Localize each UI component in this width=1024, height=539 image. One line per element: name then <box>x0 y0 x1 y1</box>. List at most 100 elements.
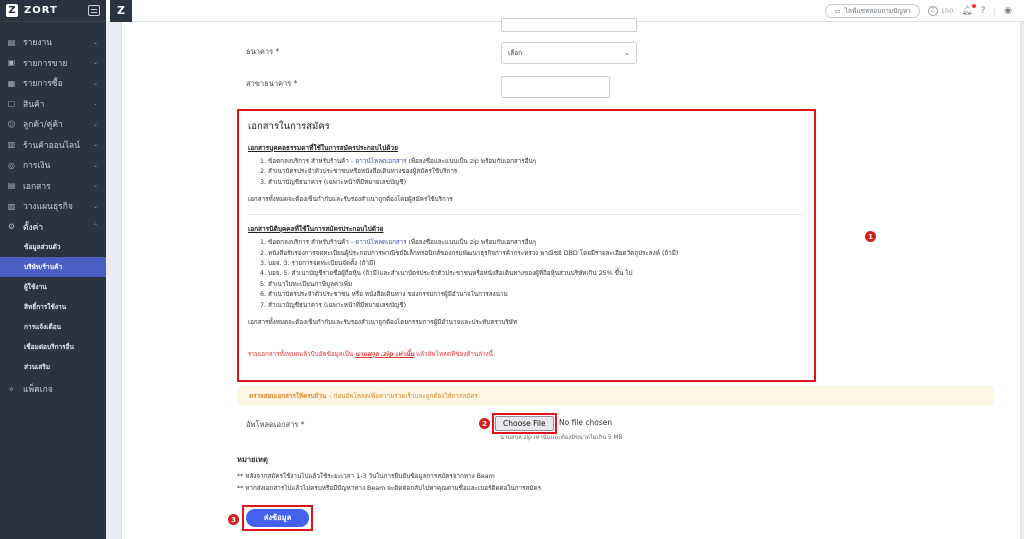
chevron-down-icon: ⌄ <box>92 59 98 67</box>
sub-item-addons[interactable]: ส่วนเสริม <box>0 357 106 377</box>
package-icon: ✧ <box>8 384 15 394</box>
sub-item-company[interactable]: บริษัท/ร้านค้า <box>0 257 106 277</box>
document-icon: ▤ <box>7 181 16 191</box>
store-icon: ▥ <box>7 140 16 150</box>
submit-button[interactable]: ส่งข้อมูล <box>246 509 309 527</box>
divider: | <box>993 6 997 15</box>
sidebar-item-finance[interactable]: ◎ การเงิน ⌄ <box>0 155 106 176</box>
individual-heading: เอกสารบุคคลธรรมดาที่ใช้ในการสมัครประกอบไ… <box>248 144 398 152</box>
divider <box>248 214 805 216</box>
choose-file-button[interactable]: Choose File <box>495 416 554 431</box>
users-icon: ☺ <box>7 119 16 129</box>
chevron-down-icon: ⌄ <box>92 161 98 169</box>
sidebar-item-plan[interactable]: ▧ วางแผนธุรกิจ ⌄ <box>0 196 106 217</box>
list-item: 7. สำเนาบัญชีธนาคาร (เฉพาะหน้าที่มีหมายเ… <box>260 301 407 309</box>
remarks-title: หมายเหตุ <box>237 455 268 464</box>
brand-header: Z ZORT <box>0 0 106 22</box>
download-link[interactable]: ดาวน์โหลดเอกสาร <box>355 158 406 165</box>
branch-input[interactable] <box>501 76 610 98</box>
gear-icon: ⚙ <box>7 222 16 232</box>
chevron-up-icon: ⌃ <box>92 223 98 231</box>
points-indicator[interactable]: Z 100 <box>927 5 953 16</box>
sidebar-item-purchase[interactable]: ▦ รายการซื้อ ⌄ <box>0 73 106 94</box>
documents-title: เอกสารในการสมัคร <box>248 121 330 132</box>
user-icon[interactable]: ◉ <box>1004 6 1012 16</box>
sidebar: Z ZORT ▤ รายงาน ⌄ ▣ รายการขาย ⌄ ▦ รายการซื้อ ⌄… <box>0 0 106 539</box>
list-item: 1. ข้อตกลงบริการ สำหรับร้านค้า - ดาวน์โห… <box>260 239 537 247</box>
sub-item-profile[interactable]: ข้อมูลส่วนตัว <box>0 237 106 257</box>
sidebar-item-settings[interactable]: ⚙ ตั้งค่า ⌃ <box>0 217 106 238</box>
list-item: 2. สำเนาบัตรประจำตัวประชาชนหรือหนังสือเด… <box>260 168 458 176</box>
zort-logo-icon[interactable]: Z <box>110 0 132 22</box>
sidebar-item-online-store[interactable]: ▥ ร้านค้าออนไลน์ ⌄ <box>0 135 106 156</box>
chevron-down-icon: ⌄ <box>92 182 98 190</box>
main-content: ธนาคาร * เลือก ⌄ สาขาธนาคาร * เอกสารในกา… <box>121 18 1021 539</box>
receipt-icon: ▣ <box>7 58 16 68</box>
remark-line: ** หากส่งเอกสารไปแล้วไม่ครบหรือมีปัญหาทา… <box>237 485 542 492</box>
chevron-down-icon: ⌄ <box>92 100 98 108</box>
box-icon: ▢ <box>7 99 16 109</box>
juristic-list: 1. ข้อตกลงบริการ สำหรับร้านค้า - ดาวน์โห… <box>248 238 805 311</box>
upload-label: อัพโหลดเอกสาร * <box>246 420 305 429</box>
no-file-text: No file chosen <box>559 418 613 427</box>
download-link[interactable]: ดาวน์โหลดเอกสาร <box>355 239 406 246</box>
sidebar-menu-bottom: ✧ แพ็คเกจ <box>0 377 106 400</box>
sub-item-notifications[interactable]: การแจ้งเตือน <box>0 317 106 337</box>
chat-icon: ▭ <box>834 6 841 15</box>
cart-icon: ▦ <box>7 78 16 88</box>
list-item: 5. สำเนาใบทะเบียนภาษีมูลค่าเพิ่ม <box>260 280 353 288</box>
zip-warning: รวมเอกสารทั้งหมดแล้วบีบอัดข้อมูลเป็น นาม… <box>248 351 493 359</box>
money-icon: ◎ <box>8 160 15 170</box>
upload-highlight: Choose File <box>492 413 557 434</box>
sidebar-item-package[interactable]: ✧ แพ็คเกจ <box>0 379 106 400</box>
topbar-actions: ▭ ไลฟ์แชทสอบถามปัญหา Z 100 🔔︎ ? | ◉ <box>825 3 1012 18</box>
sidebar-toggle-icon[interactable] <box>88 5 100 16</box>
individual-list: 1. ข้อตกลงบริการ สำหรับร้านค้า - ดาวน์โห… <box>248 157 805 188</box>
list-item: 4. บอจ. 5. สำเนาบัญชีรายชื่อผู้ถือหุ้น (… <box>260 270 633 278</box>
chevron-down-icon: ⌄ <box>92 79 98 87</box>
plan-icon: ▧ <box>7 201 16 211</box>
previous-input[interactable] <box>501 18 637 32</box>
settings-submenu: ข้อมูลส่วนตัว บริษัท/ร้านค้า ผู้ใช้งาน ส… <box>0 237 106 377</box>
juristic-note: เอกสารทั้งหมดจะต้องเซ็นกำกับและรับรองสำเ… <box>248 319 518 327</box>
live-chat-button[interactable]: ▭ ไลฟ์แชทสอบถามปัญหา <box>825 3 920 18</box>
list-item: 2. หนังสือรับรองการจดทะเบียนผู้ประกอบการ… <box>260 249 679 257</box>
juristic-heading: เอกสารนิติบุคคลที่ใช้ในการสมัครประกอบไปด… <box>248 225 384 234</box>
bank-select-value: เลือก <box>508 49 523 57</box>
branch-label: สาขาธนาคาร * <box>246 79 298 88</box>
upload-hint: นามสกุล zip เท่านั้นและต้องมีขนาดไม่เกิน… <box>500 435 623 441</box>
chevron-down-icon: ⌄ <box>92 120 98 128</box>
list-item: 6. สำเนาบัตรประจำตัวประชาชน หรือ หนังสือ… <box>260 291 508 299</box>
sidebar-item-documents[interactable]: ▤ เอกสาร ⌄ <box>0 176 106 197</box>
brand-name: ZORT <box>24 5 58 16</box>
step-marker-1: 1 <box>865 231 876 242</box>
chevron-down-icon: ⌄ <box>624 49 630 57</box>
remark-line: ** หลังจากสมัครใช้งานไปแล้วใช้ระยะเวลา 1… <box>237 473 495 480</box>
zort-logo-icon: Z <box>6 4 18 17</box>
chevron-down-icon: ⌄ <box>92 141 98 149</box>
verify-alert: ตรวจสอบเอกสารให้ครบถ้วน - ก่อนอัพโหลดเพื่… <box>237 386 994 405</box>
step-marker-3: 3 <box>228 514 239 525</box>
list-item: 3. สำเนาบัญชีธนาคาร (เฉพาะหน้าที่มีหมายเ… <box>260 178 407 186</box>
sidebar-item-contacts[interactable]: ☺ ลูกค้า/คู่ค้า ⌄ <box>0 114 106 135</box>
sub-item-permissions[interactable]: สิทธิ์การใช้งาน <box>0 297 106 317</box>
sidebar-menu: ▤ รายงาน ⌄ ▣ รายการขาย ⌄ ▦ รายการซื้อ ⌄ ▢ สินค้… <box>0 22 106 237</box>
step-marker-2: 2 <box>479 418 490 429</box>
documents-box: เอกสารในการสมัคร เอกสารบุคคลธรรมดาที่ใช้… <box>237 109 816 382</box>
help-icon[interactable]: ? <box>981 6 986 16</box>
chevron-down-icon: ⌄ <box>92 38 98 46</box>
notification-dot <box>971 3 976 8</box>
coin-icon: Z <box>927 5 938 16</box>
individual-note: เอกสารทั้งหมดจะต้องเซ็นกำกับและรับรองสำเ… <box>248 196 453 204</box>
list-item: 3. บอจ. 3. รายการจดทะเบียนจัดตั้ง (ถ้ามี… <box>260 260 376 268</box>
sidebar-item-sales[interactable]: ▣ รายการขาย ⌄ <box>0 53 106 74</box>
bell-icon[interactable]: 🔔︎ <box>961 3 976 16</box>
sub-item-users[interactable]: ผู้ใช้งาน <box>0 277 106 297</box>
sidebar-item-products[interactable]: ▢ สินค้า ⌄ <box>0 94 106 115</box>
chart-icon: ▤ <box>7 37 16 47</box>
bank-select[interactable]: เลือก ⌄ <box>501 42 637 64</box>
sidebar-item-report[interactable]: ▤ รายงาน ⌄ <box>0 32 106 53</box>
list-item: 1. ข้อตกลงบริการ สำหรับร้านค้า - ดาวน์โห… <box>260 158 537 165</box>
sub-item-integrations[interactable]: เชื่อมต่อบริการอื่น <box>0 337 106 357</box>
submit-highlight: ส่งข้อมูล <box>242 505 313 531</box>
